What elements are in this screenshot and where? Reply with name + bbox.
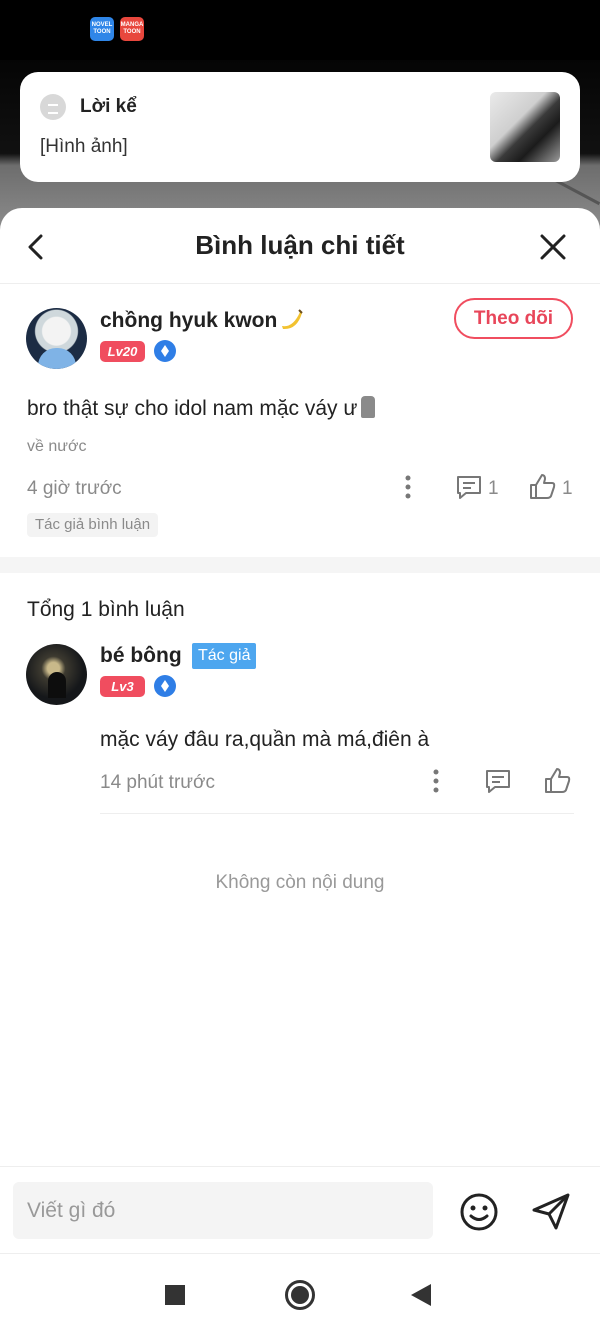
like-icon[interactable] bbox=[543, 767, 571, 794]
sheet-header: Bình luận chi tiết bbox=[0, 208, 600, 284]
back-nav-icon[interactable] bbox=[411, 1284, 431, 1306]
more-options-icon[interactable] bbox=[400, 474, 416, 500]
emoji-icon[interactable] bbox=[458, 1191, 500, 1233]
recent-apps-icon[interactable] bbox=[165, 1285, 185, 1305]
avatar[interactable] bbox=[26, 308, 87, 369]
moai-emoji-icon bbox=[361, 396, 376, 418]
username: chồng hyuk kwon bbox=[100, 309, 278, 332]
reply-divider bbox=[100, 813, 574, 814]
follow-button[interactable]: Theo dõi bbox=[454, 298, 573, 339]
level-badge: Lv3 bbox=[100, 676, 145, 697]
reply-icon[interactable] bbox=[455, 474, 483, 500]
comment-text: bro thật sự cho idol nam mặc váy ư bbox=[27, 396, 376, 421]
comment-subtext: về nước bbox=[27, 438, 87, 455]
comment-input[interactable] bbox=[13, 1182, 433, 1239]
section-divider bbox=[0, 557, 600, 573]
novel-toon-icon: NOVEL TOON bbox=[90, 17, 114, 41]
reply-count: 1 bbox=[488, 478, 499, 499]
reply-text: mặc váy đâu ra,quần mà má,điên à bbox=[100, 728, 430, 751]
total-comments-label: Tổng 1 bình luận bbox=[27, 598, 185, 621]
system-nav-bar bbox=[0, 1253, 600, 1333]
author-tag: Tác giả bbox=[192, 643, 257, 669]
message-icon bbox=[40, 94, 66, 120]
close-icon[interactable] bbox=[538, 232, 568, 262]
comment-input-bar bbox=[0, 1166, 600, 1253]
status-bar: NOVEL TOON MANGA TOON bbox=[0, 0, 600, 60]
vip-badge-icon bbox=[154, 675, 176, 697]
end-of-list-label: Không còn nội dung bbox=[215, 872, 385, 893]
story-thumbnail[interactable] bbox=[490, 92, 560, 162]
story-card[interactable]: Lời kể [Hình ảnh] bbox=[20, 72, 580, 182]
vip-badge-icon bbox=[154, 340, 176, 362]
like-icon[interactable] bbox=[528, 473, 556, 500]
level-badge: Lv20 bbox=[100, 341, 145, 362]
page-title: Bình luận chi tiết bbox=[195, 230, 405, 260]
reply-time: 14 phút trước bbox=[100, 772, 215, 793]
more-options-icon[interactable] bbox=[428, 768, 444, 794]
avatar[interactable] bbox=[26, 644, 87, 705]
reply-icon[interactable] bbox=[484, 768, 512, 794]
comment-detail-sheet: Bình luận chi tiết chồng hyuk kwon Lv20 … bbox=[0, 208, 600, 1253]
like-count: 1 bbox=[562, 478, 573, 499]
author-comment-tag: Tác giả bình luận bbox=[27, 513, 159, 537]
comment-author[interactable]: chồng hyuk kwon bbox=[100, 308, 304, 333]
send-icon[interactable] bbox=[530, 1190, 572, 1232]
story-card-title: Lời kể bbox=[80, 96, 137, 117]
story-card-subtitle: [Hình ảnh] bbox=[40, 136, 128, 157]
home-icon[interactable] bbox=[284, 1279, 316, 1311]
comment-time: 4 giờ trước bbox=[27, 478, 122, 499]
banana-icon bbox=[282, 309, 304, 330]
manga-toon-icon: MANGA TOON bbox=[120, 17, 144, 41]
reply-author[interactable]: bé bông bbox=[100, 644, 182, 668]
